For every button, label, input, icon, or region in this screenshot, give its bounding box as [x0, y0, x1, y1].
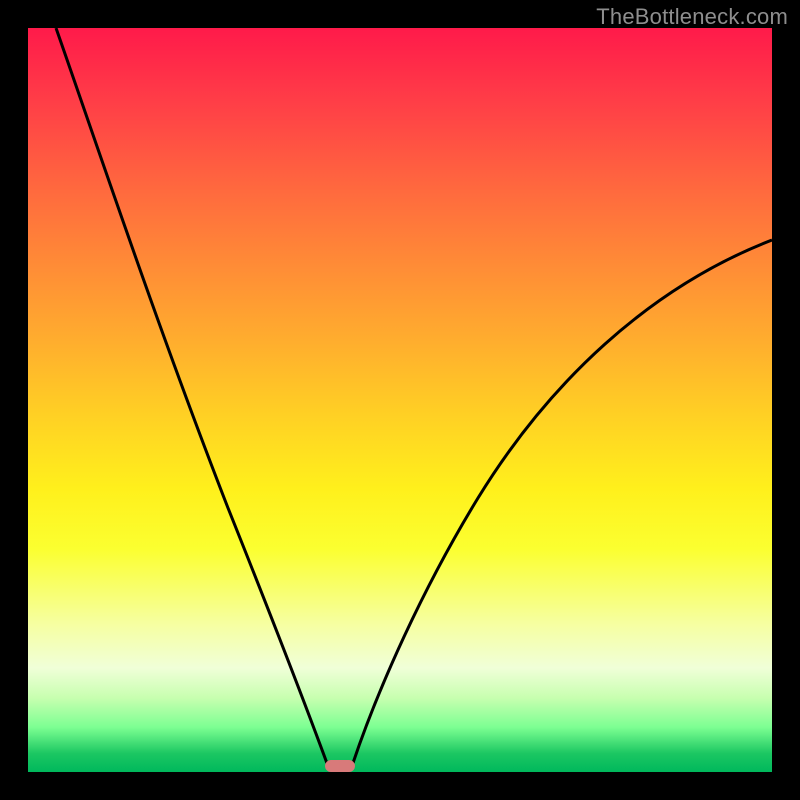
bottleneck-marker: [325, 760, 355, 772]
watermark-text: TheBottleneck.com: [596, 4, 788, 30]
curve-layer: [28, 28, 772, 772]
plot-area: [28, 28, 772, 772]
left-curve: [56, 28, 328, 766]
right-curve: [352, 240, 772, 766]
chart-frame: TheBottleneck.com: [0, 0, 800, 800]
